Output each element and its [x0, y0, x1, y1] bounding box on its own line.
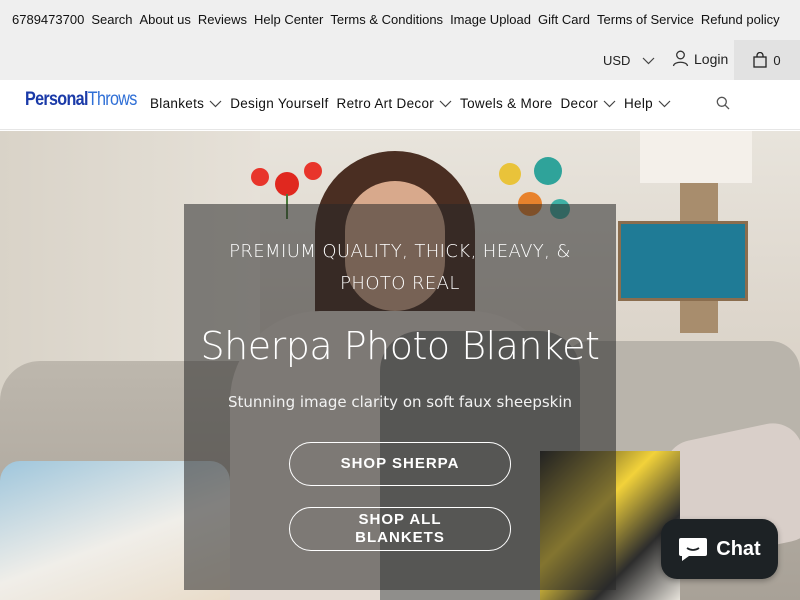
chevron-down-icon: [603, 100, 616, 107]
hero-kicker: PREMIUM QUALITY, THICK, HEAVY, & PHOTO R…: [229, 241, 571, 294]
top-link-reviews[interactable]: Reviews: [198, 12, 247, 27]
menu-item-blankets[interactable]: Blankets: [150, 96, 222, 111]
cart-count: 0: [773, 52, 781, 68]
logo-text-throws: Throws: [87, 89, 138, 110]
lamp-shade: [640, 131, 752, 183]
shop-all-blankets-button[interactable]: SHOP ALL BLANKETS: [289, 507, 511, 551]
top-link-phone[interactable]: 6789473700: [12, 12, 84, 27]
menu-item-design-yourself[interactable]: Design Yourself: [230, 96, 328, 111]
menu-item-help[interactable]: Help: [624, 96, 671, 111]
top-link-gift-card[interactable]: Gift Card: [538, 12, 590, 27]
menu-item-decor[interactable]: Decor: [560, 96, 616, 111]
login-link[interactable]: Login: [672, 50, 728, 67]
cart-button[interactable]: 0: [734, 40, 800, 80]
chevron-down-icon: [209, 100, 222, 107]
shopping-bag-icon: [753, 52, 768, 68]
currency-label: USD: [603, 53, 631, 68]
top-link-refund-policy[interactable]: Refund policy: [701, 12, 780, 27]
top-link-help-center[interactable]: Help Center: [254, 12, 323, 27]
shop-sherpa-button[interactable]: SHOP SHERPA: [289, 442, 511, 486]
menu-item-towels-more[interactable]: Towels & More: [460, 96, 552, 111]
menu-item-label: Retro Art Decor: [336, 96, 435, 111]
logo-text-personal: Personal: [25, 89, 88, 110]
chat-button[interactable]: Chat: [661, 519, 778, 579]
menu-item-label: Decor: [560, 96, 598, 111]
chevron-down-icon: [658, 100, 671, 107]
site-logo[interactable]: PersonalThrows: [25, 89, 137, 111]
login-label: Login: [694, 50, 729, 67]
currency-selector[interactable]: USD: [603, 53, 655, 68]
top-link-about[interactable]: About us: [140, 12, 191, 27]
chat-label: Chat: [716, 537, 761, 560]
chevron-down-icon: [643, 57, 655, 64]
menu-item-label: Design Yourself: [230, 96, 329, 111]
top-link-terms-conditions[interactable]: Terms & Conditions: [330, 12, 443, 27]
top-links: 6789473700 Search About us Reviews Help …: [12, 12, 780, 27]
chevron-down-icon: [439, 100, 452, 107]
menu-item-label: Towels & More: [460, 96, 553, 111]
hero-title: Sherpa Photo Blanket: [200, 324, 600, 368]
chat-bubble-icon: [679, 538, 708, 561]
menu-item-retro-art-decor[interactable]: Retro Art Decor: [337, 96, 453, 111]
wall-picture: [618, 221, 748, 301]
menu-item-label: Blankets: [150, 96, 205, 111]
top-link-terms-of-service[interactable]: Terms of Service: [597, 12, 694, 27]
menu-item-label: Help: [624, 96, 653, 111]
hero-subtitle: Stunning image clarity on soft faux shee…: [227, 393, 573, 411]
top-link-image-upload[interactable]: Image Upload: [450, 12, 531, 27]
user-icon: [672, 50, 689, 67]
main-menu: Blankets Design Yourself Retro Art Decor…: [150, 96, 671, 111]
top-link-search[interactable]: Search: [91, 12, 132, 27]
search-icon[interactable]: [716, 96, 730, 110]
